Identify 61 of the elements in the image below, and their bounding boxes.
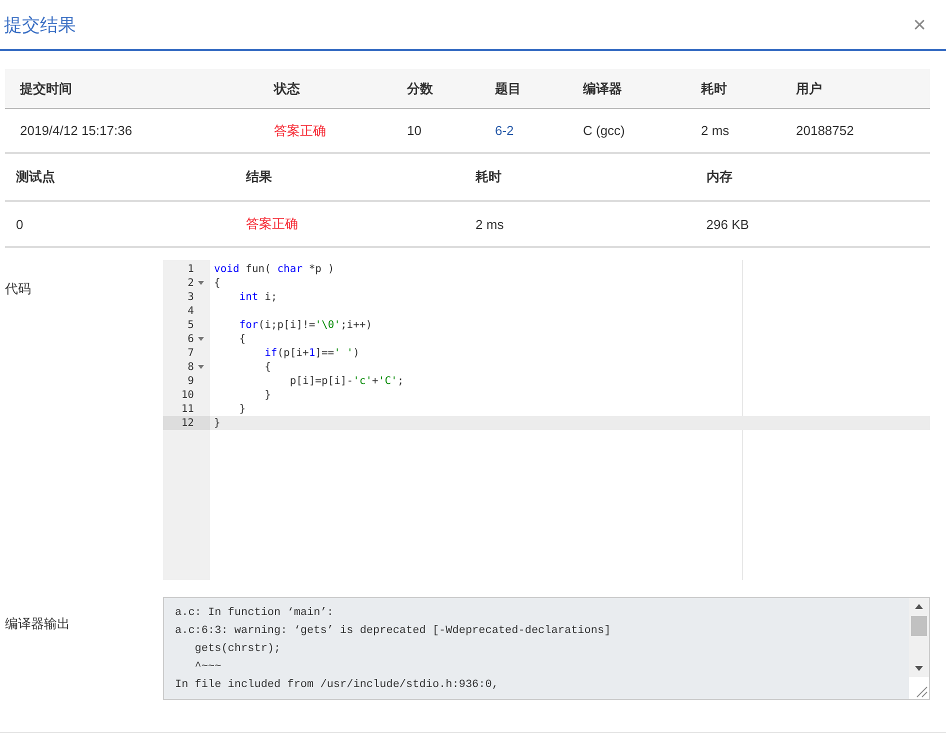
fold-arrow-icon[interactable]	[198, 281, 204, 285]
column-header: 内存	[705, 168, 734, 186]
column-header: 提交时间	[18, 80, 73, 98]
output-line: gets(chrstr);	[194, 642, 282, 657]
column-header: 耗时	[474, 168, 503, 186]
status-cell-text: 答案正确	[244, 215, 299, 233]
problem-link[interactable]: 6-2	[480, 123, 568, 138]
fold-arrow-icon[interactable]	[198, 365, 204, 369]
code-line: }	[238, 403, 246, 415]
line-number: 10	[180, 388, 194, 402]
code-line: void fun( char *p )	[214, 263, 334, 275]
code-line: for(i;p[i]!='\0';i++)	[238, 319, 372, 331]
column-header: 状态	[272, 80, 301, 98]
close-button[interactable]: ×	[909, 12, 930, 38]
fold-arrow-icon[interactable]	[198, 337, 204, 341]
table-cell-text: 2 ms	[700, 123, 730, 138]
line-number: 8	[186, 360, 194, 374]
scrollbar[interactable]	[909, 598, 929, 699]
code-line: }	[214, 417, 220, 429]
table-cell-text: 0	[15, 216, 24, 232]
column-header: 结果	[244, 168, 273, 186]
code-line: {	[214, 277, 220, 289]
column-header: 测试点	[15, 168, 56, 186]
line-number: 11	[180, 402, 194, 416]
resize-grip-icon[interactable]	[909, 677, 929, 699]
output-line: a.c: In function ‘main’:	[175, 606, 334, 621]
scroll-thumb[interactable]	[911, 616, 927, 636]
code-line: p[i]=p[i]-'c'+'C';	[288, 375, 404, 387]
table-cell-text: 296 KB	[705, 216, 750, 232]
field-label: 代码	[5, 280, 32, 298]
column-header: 编译器	[582, 80, 623, 98]
compiler-output-box[interactable]: a.c: In function ‘main’: a.c:6:3: warning: ‘gets’ is deprecated [-Wdeprecated-declarations] gets(chrstr); ^~~~ In file included from /usr/include/stdio.h:936:0,	[163, 597, 930, 700]
code-line: int i;	[238, 291, 278, 303]
column-header: 题目	[494, 80, 522, 98]
line-number: 3	[186, 290, 194, 304]
dialog-title: 提交结果	[4, 14, 76, 36]
code-line: {	[238, 333, 246, 345]
code-line: if(p[i+1]==' ')	[264, 347, 360, 359]
table-cell-text: C (gcc)	[582, 123, 626, 138]
table-cell-text: 2 ms	[474, 216, 505, 232]
output-line: In file included from /usr/include/stdio.h:936:0,	[175, 678, 500, 693]
line-number: 9	[186, 374, 194, 388]
code-line: }	[264, 389, 271, 401]
table-cell-text: 20188752	[795, 123, 855, 138]
line-number: 4	[186, 304, 194, 318]
code-line: {	[264, 361, 271, 373]
line-number: 5	[186, 318, 194, 332]
output-line: a.c:6:3: warning: ‘gets’ is deprecated [-Wdeprecated-declarations]	[175, 624, 612, 639]
line-number: 6	[186, 332, 194, 346]
line-number: 12	[180, 416, 194, 430]
output-line: ^~~~	[194, 660, 222, 675]
status-cell-text: 答案正确	[273, 122, 327, 140]
field-label: 编译器输出	[5, 615, 71, 633]
line-number: 2	[186, 276, 194, 290]
column-header: 用户	[794, 80, 823, 98]
table-cell-text: 10	[406, 123, 422, 138]
line-number: 1	[186, 262, 194, 276]
line-number: 7	[186, 346, 194, 360]
table-cell-text: 2019/4/12 15:17:36	[19, 123, 134, 138]
column-header: 耗时	[700, 80, 728, 98]
column-header: 分数	[406, 80, 434, 98]
